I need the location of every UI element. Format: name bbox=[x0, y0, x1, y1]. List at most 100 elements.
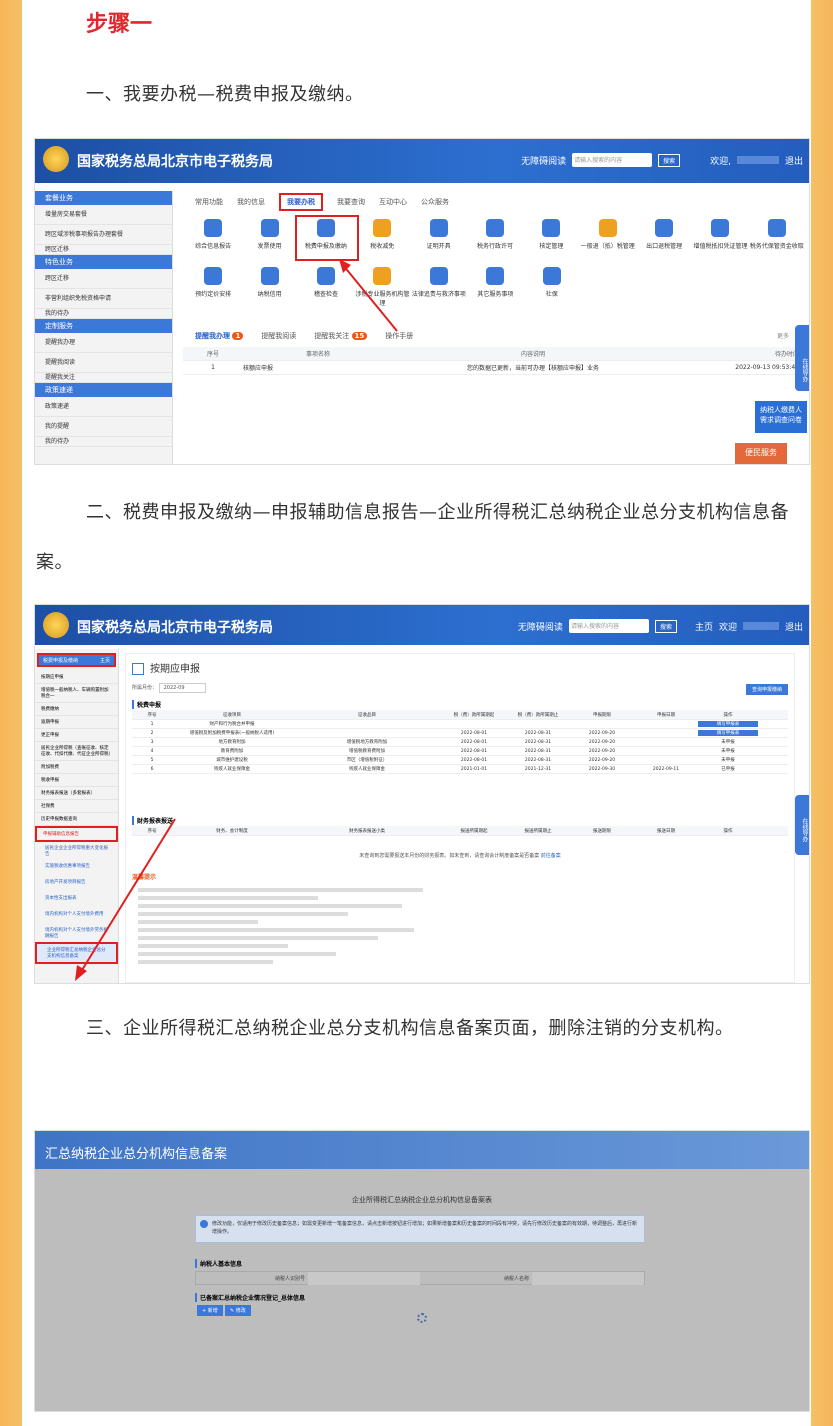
table-row[interactable]: 5 城市维护建设税 市区（增值税附征） 2022-08-01 2022-08-31 202… bbox=[132, 756, 788, 765]
service-label: 一般退（抵）税管理 bbox=[580, 243, 635, 250]
accessibility-link[interactable]: 无障碍阅读 bbox=[521, 154, 566, 167]
logout-link[interactable]: 退出 bbox=[785, 154, 803, 167]
sidebar-item[interactable]: 逾期申报 bbox=[35, 716, 118, 729]
edit-button[interactable]: ✎ 修改 bbox=[225, 1305, 251, 1316]
table-row[interactable]: 4 教育费附加 增值税教育费附加 2022-08-01 2022-08-31 2022-0… bbox=[132, 747, 788, 756]
sidebar-item[interactable]: 社保费 bbox=[35, 800, 118, 813]
tab-remind-follow[interactable]: 提醒我关注 15 bbox=[314, 331, 368, 341]
loading-icon bbox=[417, 1313, 427, 1323]
sidebar-item[interactable]: 税费缴纳 bbox=[35, 703, 118, 716]
service-item[interactable]: 预约定价安排 bbox=[185, 267, 241, 307]
table-row[interactable]: 2 增值税及附加税费申报表(一般纳税人适用) 2022-08-01 2022-08-3… bbox=[132, 729, 788, 738]
service-icon bbox=[486, 267, 505, 285]
more-link[interactable]: 更多 bbox=[777, 331, 789, 340]
logout-link[interactable]: 退出 bbox=[785, 620, 803, 633]
sidebar-item[interactable]: 提醒我办理 bbox=[35, 333, 172, 353]
sidebar-item[interactable]: 财务报表报送（多套报表） bbox=[35, 787, 118, 800]
home-link[interactable]: 主页 bbox=[695, 620, 713, 633]
tab-public[interactable]: 公众服务 bbox=[421, 197, 449, 211]
sidebar-item[interactable]: 我的待办 bbox=[35, 309, 172, 319]
service-item[interactable]: 发票使用 bbox=[241, 219, 297, 250]
period-label: 所属月份： bbox=[132, 685, 158, 691]
service-label: 预约定价安排 bbox=[195, 291, 232, 298]
query-button[interactable]: 查询申报缴纳 bbox=[745, 684, 788, 695]
sidebar-item[interactable]: 非营利组织免税资格申请 bbox=[35, 289, 172, 309]
screenshot-2: 国家税务总局北京市电子税务局 无障碍阅读 请输入搜索的内容 搜索 主页 欢迎 退… bbox=[34, 604, 810, 984]
tips-lines bbox=[138, 884, 438, 968]
service-item[interactable]: 证明开具 bbox=[410, 219, 466, 250]
sidebar-item[interactable]: 我的待办 bbox=[35, 437, 172, 447]
survey-banner[interactable]: 纳税人缴费人需求调查问卷 bbox=[755, 401, 807, 433]
service-item[interactable]: 税收减免 bbox=[354, 219, 410, 250]
sidebar-item[interactable]: 更正申报 bbox=[35, 729, 118, 742]
service-item[interactable]: 纳税信用 bbox=[241, 267, 297, 307]
sidebar-item[interactable]: 居民企业所得税（查账征收、核定征收、代扣代缴、代征企业所得税） bbox=[35, 742, 118, 761]
sidebar-top[interactable]: 税费申报及缴纳 主页 bbox=[37, 653, 116, 667]
tab-interact[interactable]: 互动中心 bbox=[379, 197, 407, 211]
online-guide-float[interactable]: 在线导办 bbox=[795, 325, 809, 391]
sidebar-item[interactable]: 附加税费 bbox=[35, 761, 118, 774]
service-item[interactable]: 税务代保管资金收取 bbox=[749, 219, 805, 250]
search-button[interactable]: 搜索 bbox=[654, 619, 677, 633]
sidebar-item[interactable]: 跨区迁移 bbox=[35, 245, 172, 255]
service-item[interactable]: 其它服务事项 bbox=[467, 267, 523, 307]
service-item[interactable]: 税务行政许可 bbox=[467, 219, 523, 250]
service-item[interactable]: 综合信息报告 bbox=[185, 219, 241, 250]
sidebar-head-policy[interactable]: 政策速递 bbox=[35, 383, 172, 397]
sidebar-item[interactable]: 我的提醒 bbox=[35, 417, 172, 437]
filing-link[interactable]: 前往备案 bbox=[541, 853, 561, 859]
table-header-row: 序号 事项名称 内容说明 待办时间 bbox=[183, 347, 799, 361]
sidebar-head-special[interactable]: 特色业务 bbox=[35, 255, 172, 269]
service-item[interactable]: 法律追责与救济事项 bbox=[411, 267, 467, 307]
service-icon bbox=[711, 219, 730, 237]
table-row[interactable]: 6 残疾人就业保障金 残疾人就业保障金 2021-01-01 2021-12-31 202… bbox=[132, 765, 788, 774]
tab-common[interactable]: 常用功能 bbox=[195, 197, 223, 211]
tab-remind-do[interactable]: 提醒我办理 1 bbox=[195, 331, 244, 341]
sidebar-item[interactable]: 提醒我阅读 bbox=[35, 353, 172, 373]
search-input[interactable]: 请输入搜索的内容 bbox=[572, 153, 653, 167]
service-grid-1: 综合信息报告 发票使用 税费申报及缴纳 税收减免 证明开具 税务行政许可 核定管理 一般退（抵… bbox=[185, 219, 805, 250]
service-item[interactable]: 核定管理 bbox=[523, 219, 579, 250]
site-header: 国家税务总局北京市电子税务局 无障碍阅读 请输入搜索的内容 搜索 主页 欢迎 退… bbox=[35, 605, 809, 645]
sidebar-item[interactable]: 增量房交易套餐 bbox=[35, 205, 172, 225]
period-input[interactable]: 2022-09 bbox=[158, 683, 206, 693]
online-guide-float[interactable]: 在线导办 bbox=[795, 795, 809, 855]
sidebar-item[interactable]: 按期应申报 bbox=[35, 671, 118, 684]
accessibility-link[interactable]: 无障碍阅读 bbox=[518, 620, 563, 633]
section-basic: 纳税人基本信息 bbox=[195, 1259, 242, 1268]
add-button[interactable]: + 新增 bbox=[197, 1305, 223, 1316]
service-icon bbox=[317, 267, 336, 285]
tab-remind-read[interactable]: 提醒我阅读 bbox=[261, 331, 296, 341]
sidebar-item[interactable]: 跨区迁移 bbox=[35, 269, 172, 289]
tax-emblem-icon bbox=[43, 612, 69, 638]
main-tabs: 常用功能 我的信息 我要办税 我要查询 互动中心 公众服务 bbox=[195, 193, 449, 211]
tab-tax[interactable]: 我要办税 bbox=[279, 193, 323, 211]
service-icon bbox=[260, 267, 279, 285]
service-item[interactable]: 一般退（抵）税管理 bbox=[580, 219, 636, 250]
service-label: 其它服务事项 bbox=[477, 291, 514, 298]
sidebar-item[interactable]: 提醒我关注 bbox=[35, 373, 172, 383]
lower-tabs: 提醒我办理 1 提醒我阅读 提醒我关注 15 操作手册 bbox=[195, 331, 413, 341]
sidebar-item[interactable]: 税收申报 bbox=[35, 774, 118, 787]
table-row[interactable]: 1 财产和行为税合并申报 填写申报表 bbox=[132, 720, 788, 729]
red-arrow-icon bbox=[339, 259, 398, 332]
service-item[interactable]: 出口退税管理 bbox=[636, 219, 692, 250]
service-banner[interactable]: 便民服务 bbox=[735, 443, 787, 464]
tab-info[interactable]: 我的信息 bbox=[237, 197, 265, 211]
table-row[interactable]: 1 核额应申报 您的数据已更新，当前可办理【核额应申报】业务 2022-09-13 0… bbox=[183, 361, 799, 375]
service-label: 社保 bbox=[545, 291, 558, 298]
sidebar-item[interactable]: 跨区域涉税事项报告办理套餐 bbox=[35, 225, 172, 245]
search-input[interactable]: 请输入搜索的内容 bbox=[568, 619, 649, 633]
service-icon bbox=[260, 219, 279, 237]
search-button[interactable]: 搜索 bbox=[658, 153, 681, 167]
tab-manual[interactable]: 操作手册 bbox=[385, 331, 413, 341]
sidebar-head-package[interactable]: 套餐业务 bbox=[35, 191, 172, 205]
service-item[interactable]: 社保 bbox=[524, 267, 580, 307]
table-row[interactable]: 3 地方教育附加 增值税地方教育附加 2022-08-01 2022-08-31 2022… bbox=[132, 738, 788, 747]
service-label: 税收减免 bbox=[370, 243, 395, 250]
service-item[interactable]: 增值税抵扣凭证管理 bbox=[692, 219, 748, 250]
sidebar-item[interactable]: 政策速递 bbox=[35, 397, 172, 417]
sidebar-head-custom[interactable]: 定制服务 bbox=[35, 319, 172, 333]
tab-query[interactable]: 我要查询 bbox=[337, 197, 365, 211]
sidebar-item[interactable]: 增值税一般纳税人、车辆购置附加税合一 bbox=[35, 684, 118, 703]
